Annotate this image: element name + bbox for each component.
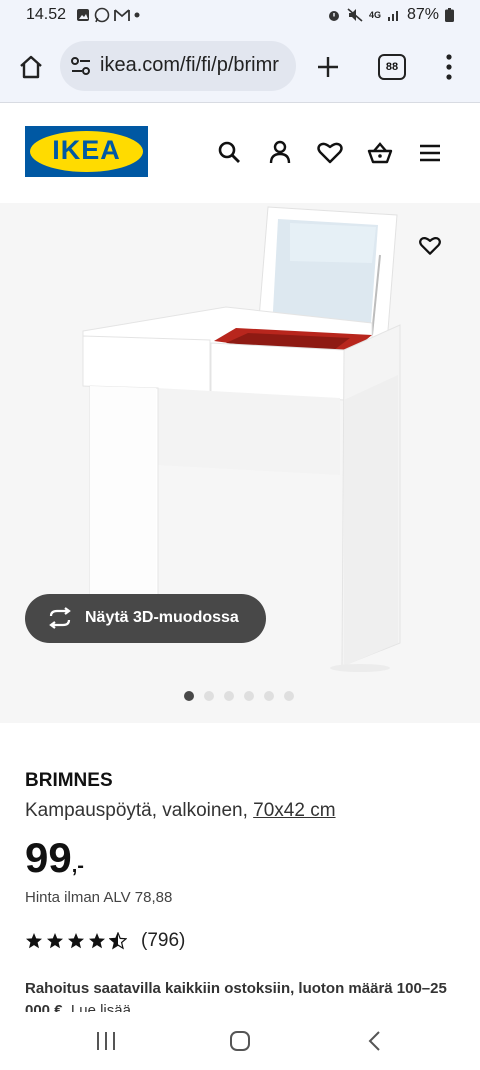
favorite-heart-icon[interactable] — [418, 234, 442, 258]
home-button-icon[interactable] — [229, 1030, 251, 1052]
star-icon — [26, 933, 42, 949]
price-main: 99 — [25, 834, 72, 881]
address-bar[interactable]: ikea.com/fi/fi/p/brimr — [60, 41, 296, 91]
site-header: IKEA — [0, 103, 480, 203]
rating-stars — [25, 932, 127, 950]
gallery-dot[interactable] — [284, 691, 294, 701]
star-icon — [109, 932, 127, 950]
new-tab-icon[interactable] — [316, 55, 340, 79]
more-menu-icon[interactable] — [444, 54, 454, 80]
gmail-icon — [114, 9, 130, 21]
alarm-icon — [328, 11, 339, 21]
network-type: 4G — [368, 10, 381, 20]
star-icon — [47, 933, 63, 949]
gallery-dot[interactable] — [204, 691, 214, 701]
product-price: 99,- — [25, 834, 84, 882]
view-3d-button[interactable]: Näytä 3D-muodossa — [25, 594, 266, 643]
product-name: BRIMNES — [25, 770, 113, 791]
product-dimensions-link[interactable]: 70x42 cm — [253, 800, 335, 821]
gallery-icon — [77, 9, 89, 21]
system-icons: 4G 87% — [327, 6, 454, 24]
financing-info: Rahoitus saatavilla kaikkiin ostoksiin, … — [25, 978, 465, 1014]
ikea-logo[interactable]: IKEA — [25, 126, 148, 177]
rotate-3d-icon — [49, 607, 71, 629]
tab-count: 88 — [385, 61, 399, 73]
product-gallery[interactable]: Näytä 3D-muodossa — [0, 203, 480, 723]
site-settings-icon[interactable] — [70, 56, 92, 76]
notification-icons — [76, 7, 140, 23]
whatsapp-icon — [94, 7, 110, 23]
back-icon[interactable] — [366, 1030, 382, 1052]
dot-icon — [134, 12, 140, 18]
battery-level: 87% — [406, 6, 439, 23]
view-3d-label: Näytä 3D-muodossa — [85, 609, 239, 626]
star-icon — [68, 933, 84, 949]
signal-icon — [387, 11, 398, 21]
product-rating[interactable]: (796) — [25, 930, 185, 952]
mute-icon — [347, 8, 363, 22]
star-icon — [89, 933, 105, 949]
search-icon[interactable] — [216, 139, 244, 167]
recent-apps-icon[interactable] — [95, 1030, 117, 1052]
status-bar: 14.52 4G 87% — [0, 0, 480, 32]
wishlist-heart-icon[interactable] — [316, 139, 344, 167]
gallery-dot[interactable] — [224, 691, 234, 701]
tab-switcher-button[interactable]: 88 — [378, 54, 406, 80]
rating-count: (796) — [141, 930, 186, 951]
url-text: ikea.com/fi/fi/p/brimr — [100, 54, 279, 76]
price-suffix: ,- — [71, 855, 84, 877]
price-without-vat: Hinta ilman ALV 78,88 — [25, 889, 173, 906]
battery-icon — [445, 8, 454, 22]
system-navigation-bar — [0, 1012, 480, 1070]
gallery-dot[interactable] — [244, 691, 254, 701]
user-icon[interactable] — [266, 139, 294, 167]
home-icon[interactable] — [18, 54, 44, 80]
gallery-pagination — [184, 691, 294, 701]
logo-text: IKEA — [52, 135, 121, 165]
hamburger-menu-icon[interactable] — [416, 139, 444, 167]
gallery-dot[interactable] — [264, 691, 274, 701]
product-description: Kampauspöytä, valkoinen, 70x42 cm — [25, 800, 336, 822]
gallery-dot[interactable] — [184, 691, 194, 701]
shopping-bag-icon[interactable] — [366, 139, 394, 167]
browser-toolbar: ikea.com/fi/fi/p/brimr 88 — [0, 32, 480, 103]
product-type: Kampauspöytä, valkoinen, — [25, 800, 248, 821]
status-time: 14.52 — [26, 6, 67, 23]
